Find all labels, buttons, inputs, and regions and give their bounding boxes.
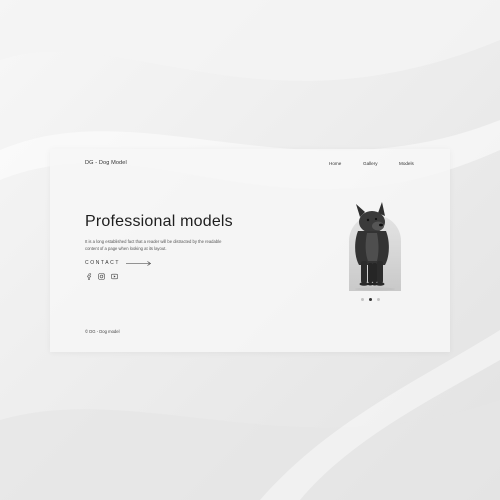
footer-copyright: © DG - Dog model xyxy=(85,329,120,334)
carousel-dot-2[interactable] xyxy=(369,298,372,301)
hero-title: Professional models xyxy=(85,213,233,230)
arrow-right-icon xyxy=(126,260,152,266)
carousel-dots xyxy=(361,298,380,301)
nav-models[interactable]: Models xyxy=(399,161,414,166)
carousel-dot-3[interactable] xyxy=(377,298,380,301)
carousel-dot-1[interactable] xyxy=(361,298,364,301)
dog-photo xyxy=(349,202,401,291)
landing-card: DG - Dog Model Home Gallery Models Profe… xyxy=(50,149,450,352)
contact-button[interactable]: CONTACT xyxy=(85,260,152,266)
nav-home[interactable]: Home xyxy=(329,161,341,166)
instagram-icon[interactable] xyxy=(98,273,105,280)
hero-description: It is a long established fact that a rea… xyxy=(85,239,222,251)
nav-gallery[interactable]: Gallery xyxy=(363,161,378,166)
site-logo[interactable]: DG - Dog Model xyxy=(85,160,127,166)
youtube-icon[interactable] xyxy=(111,273,118,280)
social-links xyxy=(85,273,118,280)
facebook-icon[interactable] xyxy=(85,273,92,280)
contact-label: CONTACT xyxy=(85,260,120,266)
